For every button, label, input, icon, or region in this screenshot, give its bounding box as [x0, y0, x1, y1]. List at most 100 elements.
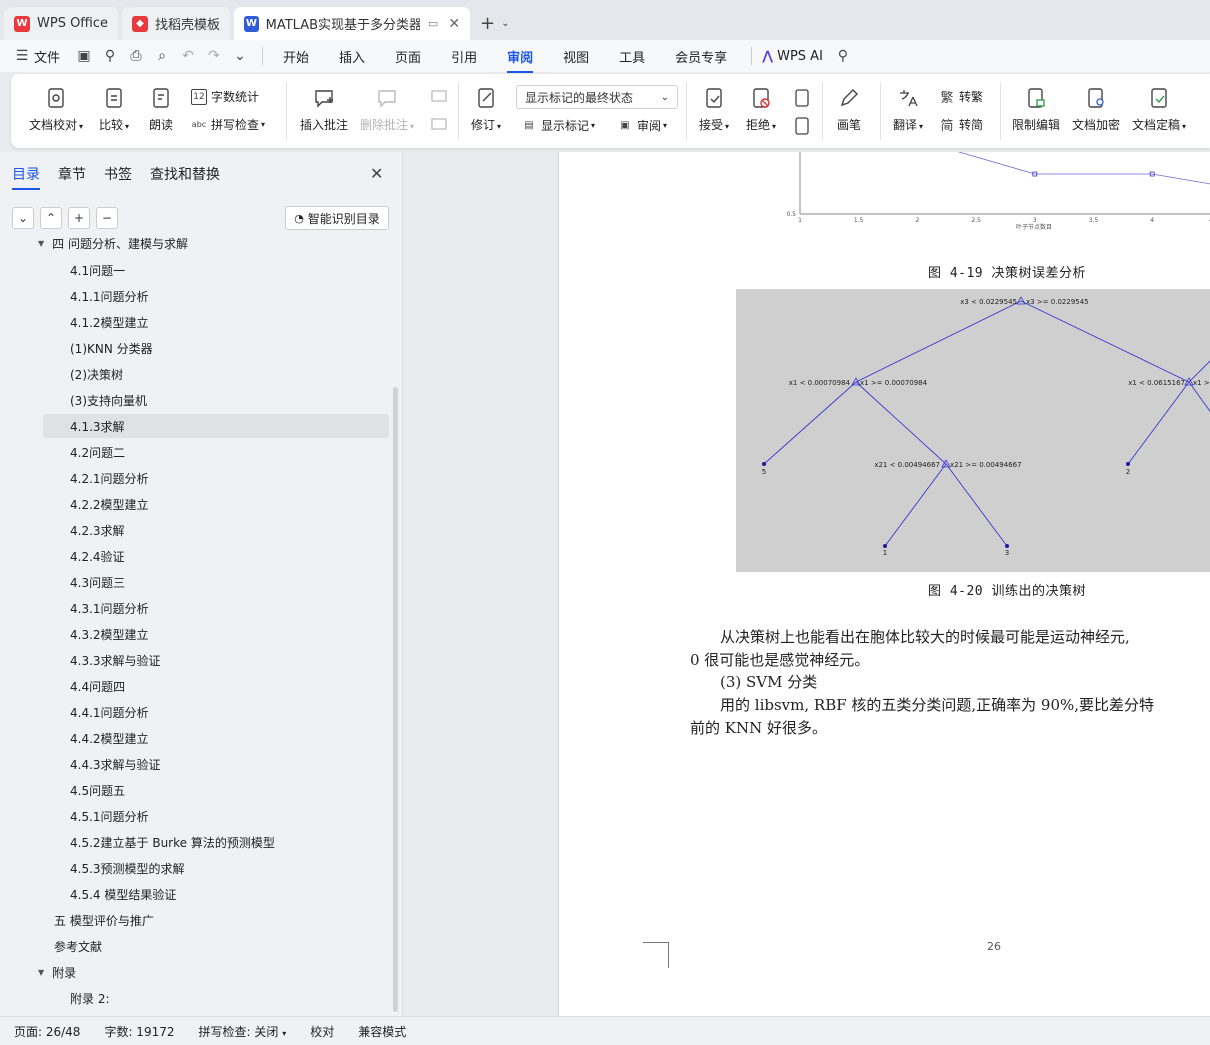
compare-button[interactable]: 比较 ▾ — [99, 86, 129, 133]
expand-button[interactable]: ⌃ — [40, 207, 62, 229]
toc-item-label: 4.3问题三 — [70, 575, 126, 590]
tab-chapters[interactable]: 章节 — [58, 164, 86, 184]
status-proof[interactable]: 校对 — [310, 1023, 334, 1040]
tab-wps-office[interactable]: W WPS Office — [4, 7, 119, 40]
next-comment-button[interactable] — [427, 114, 451, 144]
insert-comment-button[interactable]: 插入批注 — [300, 86, 348, 133]
read-aloud-button[interactable]: 朗读 — [149, 86, 173, 133]
divider — [751, 47, 753, 65]
menu-home[interactable]: 开始 — [283, 47, 309, 66]
toc-item[interactable]: 4.5.1问题分析 — [70, 804, 149, 828]
doc-proof-button[interactable]: 文档校对 ▾ — [29, 86, 83, 133]
finalize-doc-button[interactable]: 文档定稿 ▾ — [1132, 86, 1186, 133]
redo-icon[interactable]: ↷ — [206, 48, 222, 64]
toc-item[interactable]: 4.2.3求解 — [70, 518, 125, 542]
status-word-count[interactable]: 字数: 19172 — [104, 1023, 174, 1040]
to-simplified-button[interactable]: 简 转简 — [939, 116, 983, 134]
chevron-down-icon[interactable]: ⌄ — [501, 18, 509, 29]
toc-item[interactable]: 4.4问题四 — [70, 674, 125, 698]
print-preview-icon[interactable]: ⌕ — [154, 48, 170, 64]
toc-item[interactable]: 参考文献 — [54, 934, 102, 958]
toc-item[interactable]: (1)KNN 分类器 — [70, 336, 153, 360]
toc-item[interactable]: ▼ 附录 — [38, 960, 76, 984]
toc-item[interactable]: 4.4.2模型建立 — [70, 726, 149, 750]
toc-item[interactable]: 4.1.2模型建立 — [70, 310, 149, 334]
toc-item[interactable]: (3)支持向量机 — [70, 388, 147, 412]
add-heading-button[interactable]: + — [68, 207, 90, 229]
toc-item[interactable]: 4.1问题一 — [70, 258, 125, 282]
toc-item[interactable]: 4.5.4 模型结果验证 — [70, 882, 176, 906]
toc-item[interactable]: 4.4.1问题分析 — [70, 700, 149, 724]
menu-page[interactable]: 页面 — [395, 47, 421, 66]
accept-button[interactable]: 接受 ▾ — [699, 86, 729, 133]
reject-button[interactable]: 拒绝 ▾ — [746, 86, 776, 133]
expand-triangle-icon[interactable]: ▼ — [38, 239, 44, 248]
toc-item[interactable]: 附录 2: — [70, 986, 110, 1010]
toc-item[interactable]: 4.1.3求解 — [43, 414, 389, 438]
menu-tools[interactable]: 工具 — [619, 47, 645, 66]
toc-item[interactable]: 4.2问题二 — [70, 440, 125, 464]
toc-item[interactable]: 4.3.1问题分析 — [70, 596, 149, 620]
toc-item[interactable]: ▼ 四 问题分析、建模与求解 — [38, 238, 188, 255]
chevron-down-icon[interactable]: ⌄ — [232, 48, 248, 64]
review-pane-button[interactable]: ▣ 审阅 ▾ — [617, 117, 667, 134]
scrollbar[interactable] — [393, 387, 398, 1012]
collapse-button[interactable]: ⌄ — [12, 207, 34, 229]
toc-item[interactable]: 4.3问题三 — [70, 570, 125, 594]
toc-item[interactable]: 4.5.2建立基于 Burke 算法的预测模型 — [70, 830, 275, 854]
tab-document[interactable]: W MATLAB实现基于多分类器集 ▭ ✕ — [234, 7, 471, 40]
toc-item[interactable]: 4.3.3求解与验证 — [70, 648, 161, 672]
word-count-button[interactable]: 12 字数统计 — [191, 88, 259, 105]
toc-item[interactable]: 4.5.3预测模型的求解 — [70, 856, 185, 880]
menu-membership[interactable]: 会员专享 — [675, 47, 727, 66]
share-icon[interactable]: ⚲ — [102, 48, 118, 64]
tab-find-replace[interactable]: 查找和替换 — [150, 164, 220, 184]
toc-item[interactable]: 4.1.1问题分析 — [70, 284, 149, 308]
menu-references[interactable]: 引用 — [451, 47, 477, 66]
delete-comment-button[interactable]: 删除批注 ▾ — [360, 86, 414, 133]
undo-icon[interactable]: ↶ — [180, 48, 196, 64]
toc-item[interactable]: (2)决策树 — [70, 362, 123, 386]
toc-item[interactable]: 4.5问题五 — [70, 778, 125, 802]
smart-toc-button[interactable]: ◔ 智能识别目录 — [285, 206, 389, 230]
toc-item[interactable]: 4.2.4验证 — [70, 544, 125, 568]
translate-button[interactable]: 翻译 ▾ — [893, 86, 923, 133]
toc-item[interactable]: 4.4.3求解与验证 — [70, 752, 161, 776]
to-traditional-button[interactable]: 繁 转繁 — [939, 88, 983, 106]
print-icon[interactable]: ⎙ — [128, 48, 144, 64]
toc-item[interactable]: 4.2.2模型建立 — [70, 492, 149, 516]
menu-view[interactable]: 视图 — [563, 47, 589, 66]
menu-insert[interactable]: 插入 — [339, 47, 365, 66]
tab-toc[interactable]: 目录 — [12, 164, 40, 190]
menu-review[interactable]: 审阅 — [507, 47, 534, 73]
tab-bookmarks[interactable]: 书签 — [104, 164, 132, 184]
menu-file[interactable]: 文件 — [34, 47, 60, 66]
close-icon[interactable]: ✕ — [448, 16, 460, 32]
pen-button[interactable]: 画笔 — [837, 86, 861, 133]
monitor-icon[interactable]: ▭ — [428, 17, 438, 30]
save-icon[interactable]: ▣ — [76, 48, 92, 64]
status-spell-check[interactable]: 拼写检查: 关闭 ▾ — [199, 1023, 287, 1040]
hamburger-icon[interactable]: ☰ — [14, 48, 30, 64]
prev-revision-button[interactable] — [791, 86, 815, 116]
next-revision-button[interactable] — [791, 114, 815, 144]
tab-docer-templates[interactable]: ◆ 找稻壳模板 — [122, 7, 231, 40]
close-icon[interactable]: ✕ — [370, 164, 383, 183]
new-tab-button[interactable]: + ⌄ — [480, 7, 509, 40]
restrict-edit-button[interactable]: 限制编辑 — [1012, 86, 1060, 133]
paragraph-line: 0 很可能也是感觉神经元。 — [690, 651, 870, 669]
toc-item[interactable]: 4.2.1问题分析 — [70, 466, 149, 490]
toc-item[interactable]: 五 模型评价与推广 — [54, 908, 154, 932]
spell-check-button[interactable]: abc 拼写检查 ▾ — [191, 116, 265, 133]
show-markup-button[interactable]: ▤ 显示标记 ▾ — [521, 117, 595, 134]
remove-heading-button[interactable]: − — [96, 207, 118, 229]
search-icon[interactable]: ⚲ — [835, 48, 851, 64]
toc-item[interactable]: 4.3.2模型建立 — [70, 622, 149, 646]
markup-state-select[interactable]: 显示标记的最终状态 ⌄ — [516, 85, 678, 109]
status-page[interactable]: 页面: 26/48 — [14, 1023, 80, 1040]
revise-button[interactable]: 修订 ▾ — [471, 86, 501, 133]
prev-comment-button[interactable] — [427, 86, 451, 116]
encrypt-doc-button[interactable]: 文档加密 — [1072, 86, 1120, 133]
wps-ai-button[interactable]: ⋀ WPS AI — [762, 49, 823, 64]
expand-triangle-icon[interactable]: ▼ — [38, 968, 44, 977]
